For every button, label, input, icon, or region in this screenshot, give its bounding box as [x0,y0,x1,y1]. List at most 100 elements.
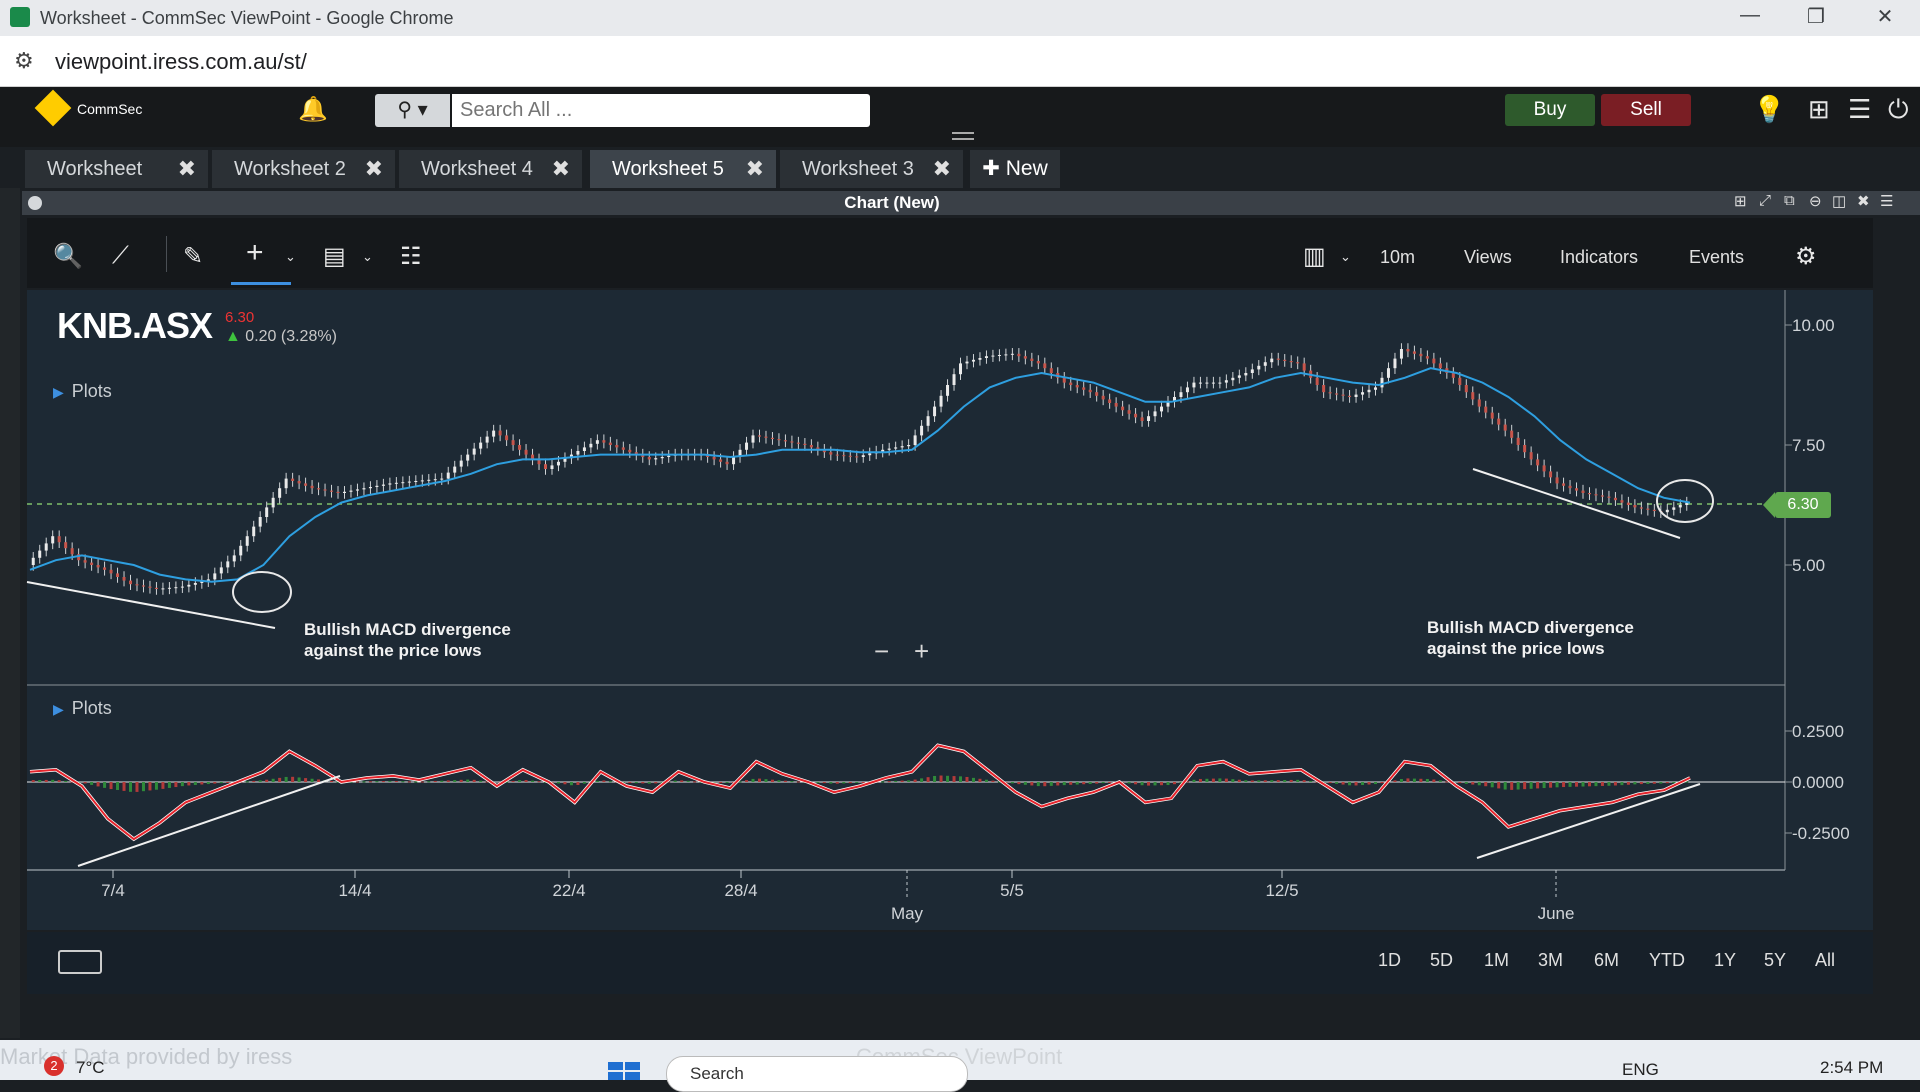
macd-histogram-bar [1665,782,1669,784]
price-candle [589,443,593,448]
annotation-line: Bullish MACD divergence [1427,618,1634,637]
macd-histogram-bar [796,781,800,783]
macd-histogram-bar [154,782,158,790]
macd-histogram-bar [1283,780,1287,782]
price-candle [1464,385,1468,393]
price-candle [1082,387,1086,390]
price-candle [1049,368,1053,373]
price-candle [1549,471,1553,478]
macd-histogram-bar [1412,778,1416,782]
range-1d[interactable]: 1D [1378,950,1401,971]
macd-histogram-bar [654,782,658,784]
range-ytd[interactable]: YTD [1649,950,1685,971]
price-candle [401,482,405,484]
price-candle [1244,373,1248,376]
chart-svg[interactable]: 10.00 7.50 5.00 0.2500 0.0000 -0.2500 7/4 14/4… [0,0,1920,1040]
price-candle [1322,385,1326,393]
macd-histogram-bar [680,780,684,782]
price-candle [997,355,1001,356]
macd-histogram-bar [109,782,113,790]
price-candle [1205,382,1209,384]
macd-histogram-bar [38,780,42,782]
price-candle [1127,410,1131,414]
macd-histogram-bar [330,780,334,782]
macd-histogram-bar [608,781,612,783]
keyboard-icon[interactable] [58,950,102,974]
price-candle [362,488,366,490]
price-candle [712,457,716,460]
price-candle [103,567,107,570]
macd-histogram-bar [1361,782,1365,785]
macd-histogram-bar [245,781,249,783]
windows-start-icon[interactable] [608,1062,642,1080]
macd-histogram-bar [1218,778,1222,782]
macd-histogram-bar [900,780,904,782]
price-candle [1153,411,1157,417]
language-indicator[interactable]: ENG [1622,1060,1659,1080]
weather-temp[interactable]: 7°C [76,1058,105,1078]
price-candle [1555,477,1559,484]
macd-histogram-bar [770,779,774,782]
price-candle [1160,406,1164,412]
macd-histogram-bar [122,782,126,791]
macd-histogram-bar [1192,779,1196,782]
macd-histogram-bar [401,781,405,783]
macd-histogram-bar [420,781,424,783]
price-candle [252,526,256,537]
macd-histogram-bar [135,782,139,792]
price-candle [278,488,282,498]
price-candle [1594,494,1598,496]
macd-histogram-bar [1639,782,1643,785]
price-candle [1004,354,1008,356]
price-candle [330,490,334,492]
price-candle [1354,394,1358,397]
price-candle [1017,353,1021,357]
price-plots-toggle[interactable]: ▶ Plots [53,381,112,402]
macd-histogram-bar [103,782,107,788]
clock[interactable]: 2:54 PM [1820,1058,1883,1078]
price-candle [913,435,917,445]
price-candle [1516,437,1520,445]
macd-histogram-bar [686,780,690,782]
price-candle [310,485,314,489]
x-tick-label: 12/5 [1265,881,1298,900]
macd-histogram-bar [51,779,55,782]
macd-histogram-bar [1477,782,1481,786]
range-all[interactable]: All [1815,950,1835,971]
macd-histogram-bar [304,778,308,782]
range-1m[interactable]: 1M [1484,950,1509,971]
price-candle [621,447,625,450]
taskbar-search-label: Search [690,1064,744,1083]
price-candle [70,548,74,555]
range-6m[interactable]: 6M [1594,950,1619,971]
price-candle [64,542,68,549]
annotation-line: Bullish MACD divergence [304,620,511,639]
macd-histogram-bar [1257,780,1261,782]
macd-histogram-bar [1010,782,1014,784]
price-candle [959,363,963,375]
price-candle [809,445,813,448]
macd-histogram-bar [647,782,651,784]
x-tick-label: 5/5 [1000,881,1024,900]
range-1y[interactable]: 1Y [1714,950,1736,971]
price-candle [608,442,612,445]
zoom-out-button[interactable]: − [874,636,889,667]
price-candle [1568,485,1572,489]
plots-label: Plots [71,381,112,401]
range-5y[interactable]: 5Y [1764,950,1786,971]
price-candle [407,481,411,483]
price-candle [167,587,171,589]
range-5d[interactable]: 5D [1430,950,1453,971]
macd-histogram-bar [1600,782,1604,786]
macd-histogram-bar [842,782,846,784]
price-candle [1665,509,1669,513]
range-3m[interactable]: 3M [1538,950,1563,971]
price-candle [1639,507,1643,509]
price-candle [894,447,898,449]
price-candle [1211,382,1215,384]
macd-histogram-bar [1542,782,1546,789]
zoom-in-button[interactable]: + [914,636,929,667]
price-candle [1237,375,1241,378]
macd-histogram-bar [83,782,87,784]
macd-plots-toggle[interactable]: ▶ Plots [53,698,112,719]
